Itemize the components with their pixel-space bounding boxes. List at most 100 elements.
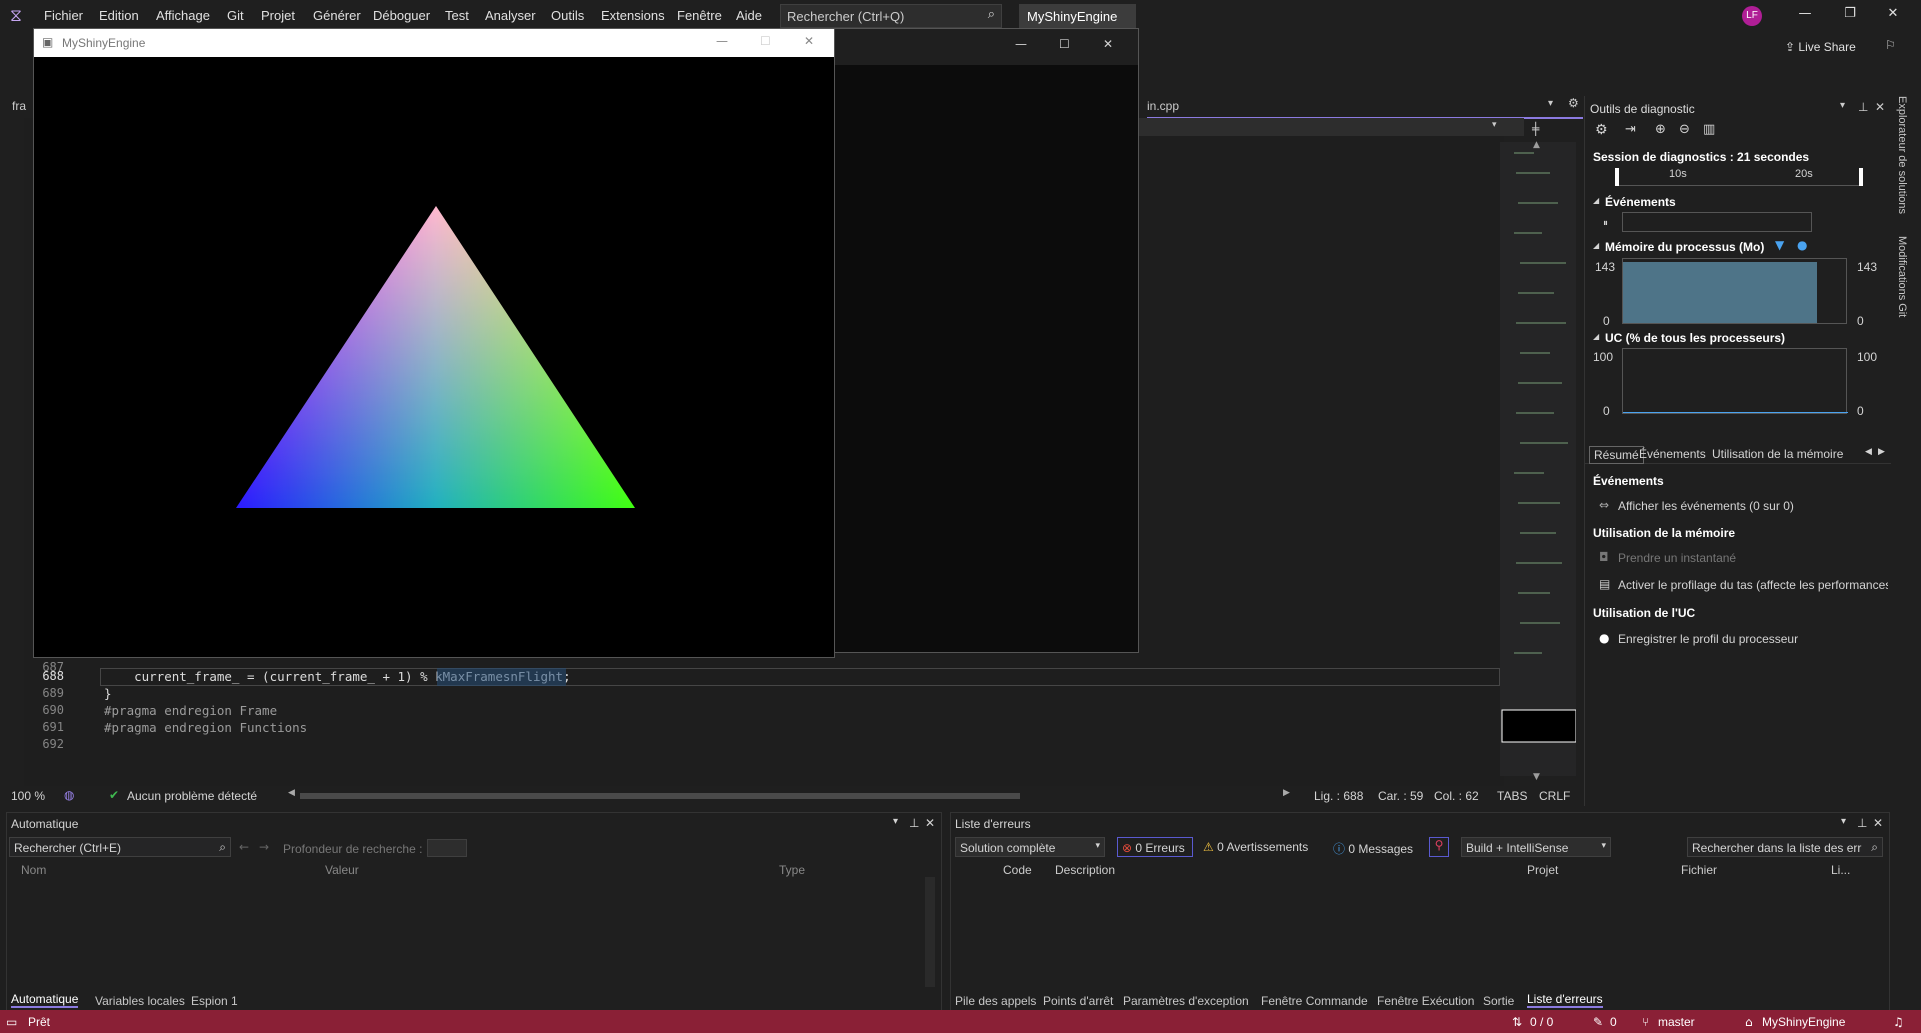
error-search-input[interactable]: Rechercher dans la liste des err ⌕ bbox=[1687, 837, 1883, 857]
tab-immediate-window[interactable]: Fenêtre Exécution bbox=[1377, 994, 1474, 1008]
collapse-memory-icon[interactable]: ◢ bbox=[1593, 241, 1599, 250]
side-tab-solution-explorer[interactable]: Explorateur de solutions bbox=[1896, 96, 1908, 214]
engine-maximize-icon[interactable]: ☐ bbox=[760, 34, 771, 48]
menu-projet[interactable]: Projet bbox=[261, 8, 295, 23]
char-indicator[interactable]: Car. : 59 bbox=[1378, 789, 1423, 803]
timeline-start-handle[interactable] bbox=[1615, 168, 1619, 186]
zoom-level[interactable]: 100 % bbox=[11, 789, 45, 803]
tab-variables-locales[interactable]: Variables locales bbox=[95, 994, 185, 1008]
tab-settings-gear-icon[interactable]: ⚙ bbox=[1568, 96, 1579, 110]
issues-status[interactable]: Aucun problème détecté bbox=[127, 789, 257, 803]
status-branch[interactable]: master bbox=[1658, 1015, 1695, 1029]
tab-call-stack[interactable]: Pile des appels bbox=[955, 994, 1036, 1008]
console-title-bar[interactable]: — ☐ ✕ bbox=[835, 29, 1138, 65]
menu-analyser[interactable]: Analyser bbox=[485, 8, 536, 23]
col-code[interactable]: Code bbox=[1003, 863, 1032, 877]
menu-aide[interactable]: Aide bbox=[736, 8, 762, 23]
engine-title-bar[interactable]: ▣ MyShinyEngine — ☐ ✕ bbox=[34, 29, 834, 57]
build-filter-icon[interactable]: ⚲ bbox=[1429, 837, 1449, 857]
console-window[interactable]: — ☐ ✕ bbox=[834, 28, 1139, 653]
memory-graph[interactable] bbox=[1622, 258, 1847, 324]
horizontal-scrollbar[interactable] bbox=[300, 793, 1020, 799]
code-minimap[interactable] bbox=[1500, 142, 1577, 776]
sync-arrows-icon[interactable]: ⇅ bbox=[1512, 1015, 1522, 1029]
status-updown[interactable]: 0 / 0 bbox=[1530, 1015, 1553, 1029]
panel-dropdown-icon[interactable]: ▾ bbox=[1840, 100, 1845, 111]
tab-output[interactable]: Sortie bbox=[1483, 994, 1514, 1008]
timeline-end-handle[interactable] bbox=[1859, 168, 1863, 186]
errors-filter-button[interactable]: ⊗ 0 Erreurs bbox=[1117, 837, 1193, 857]
tabs-left-icon[interactable]: ◀ bbox=[1865, 447, 1872, 457]
col-file[interactable]: Fichier bbox=[1681, 863, 1717, 877]
build-select[interactable]: Build + IntelliSense ▾ bbox=[1461, 837, 1611, 857]
console-minimize-icon[interactable]: — bbox=[1015, 37, 1027, 51]
menu-generer[interactable]: Générer bbox=[313, 8, 361, 23]
back-arrow-icon[interactable]: ← bbox=[239, 840, 249, 854]
messages-filter-button[interactable]: ⓘ 0 Messages bbox=[1333, 840, 1413, 857]
restore-icon[interactable]: ❐ bbox=[1835, 6, 1865, 21]
visual-studio-logo-icon[interactable]: ⧖ bbox=[10, 6, 32, 26]
tab-exception-settings[interactable]: Paramètres d'exception bbox=[1123, 994, 1249, 1008]
autos-search-input[interactable]: Rechercher (Ctrl+E) ⌕ bbox=[9, 837, 231, 857]
autos-search-icon[interactable]: ⌕ bbox=[219, 840, 226, 855]
minimize-icon[interactable]: — bbox=[1790, 6, 1820, 21]
console-maximize-icon[interactable]: ☐ bbox=[1059, 37, 1070, 51]
tab-memoire[interactable]: Utilisation de la mémoire bbox=[1712, 447, 1843, 461]
autos-scrollbar[interactable] bbox=[925, 877, 935, 987]
menu-edition[interactable]: Edition bbox=[99, 8, 139, 23]
eol-indicator[interactable]: CRLF bbox=[1539, 789, 1570, 803]
side-tab-git-changes[interactable]: Modifications Git bbox=[1896, 236, 1908, 317]
menu-affichage[interactable]: Affichage bbox=[156, 8, 210, 23]
scroll-down-icon[interactable]: ▼ bbox=[1533, 772, 1540, 782]
notifications-bell-icon[interactable]: ♫ bbox=[1893, 1015, 1904, 1029]
heap-profiling-link[interactable]: Activer le profilage du tas (affecte les… bbox=[1618, 578, 1888, 592]
menu-test[interactable]: Test bbox=[445, 8, 469, 23]
live-share-button[interactable]: ⇪ Live Share bbox=[1785, 40, 1856, 54]
intellicode-icon[interactable]: ◍ bbox=[64, 788, 74, 802]
col-name[interactable]: Nom bbox=[21, 863, 46, 877]
engine-minimize-icon[interactable]: — bbox=[716, 34, 728, 48]
show-events-link[interactable]: Afficher les événements (0 sur 0) bbox=[1618, 499, 1794, 513]
menu-outils[interactable]: Outils bbox=[551, 8, 584, 23]
export-icon[interactable]: ⇥ bbox=[1625, 122, 1636, 137]
avatar[interactable]: LF bbox=[1742, 6, 1762, 26]
warnings-filter-button[interactable]: ⚠ 0 Avertissements bbox=[1203, 840, 1308, 854]
menu-git[interactable]: Git bbox=[227, 8, 244, 23]
col-line[interactable]: Li... bbox=[1831, 863, 1850, 877]
search-depth-select[interactable] bbox=[427, 839, 467, 857]
tab-dropdown-icon[interactable]: ▾ bbox=[1548, 98, 1553, 109]
autos-close-icon[interactable]: ✕ bbox=[925, 816, 935, 830]
line-indicator[interactable]: Lig. : 688 bbox=[1314, 789, 1363, 803]
collapse-events-icon[interactable]: ◢ bbox=[1593, 196, 1599, 205]
status-pending-changes[interactable]: 0 bbox=[1610, 1015, 1617, 1029]
engine-window[interactable]: ▣ MyShinyEngine — ☐ ✕ bbox=[33, 28, 835, 658]
branch-icon[interactable]: ⑂ bbox=[1642, 1015, 1649, 1029]
tab-evenements[interactable]: Événements bbox=[1639, 447, 1706, 461]
take-snapshot-link[interactable]: Prendre un instantané bbox=[1618, 551, 1736, 565]
output-window-icon[interactable]: ▭ bbox=[6, 1015, 17, 1029]
tab-command-window[interactable]: Fenêtre Commande bbox=[1261, 994, 1368, 1008]
record-cpu-profile-link[interactable]: Enregistrer le profil du processeur bbox=[1618, 632, 1798, 646]
col-value[interactable]: Valeur bbox=[325, 863, 359, 877]
close-icon[interactable]: ✕ bbox=[1878, 6, 1908, 21]
tab-error-list[interactable]: Liste d'erreurs bbox=[1527, 992, 1603, 1008]
col-description[interactable]: Description bbox=[1055, 863, 1115, 877]
pin-icon[interactable]: ⊥ bbox=[1858, 100, 1868, 114]
scroll-right-icon[interactable]: ▶ bbox=[1283, 788, 1290, 798]
col-type[interactable]: Type bbox=[779, 863, 805, 877]
tabs-indicator[interactable]: TABS bbox=[1497, 789, 1527, 803]
navigation-bar[interactable] bbox=[1134, 118, 1524, 136]
collapse-cpu-icon[interactable]: ◢ bbox=[1593, 332, 1599, 341]
timeline-ruler[interactable]: 10s 20s bbox=[1615, 168, 1863, 186]
forward-arrow-icon[interactable]: → bbox=[259, 840, 269, 854]
render-viewport[interactable] bbox=[34, 57, 834, 657]
engine-close-icon[interactable]: ✕ bbox=[804, 34, 814, 48]
menu-extensions[interactable]: Extensions bbox=[601, 8, 665, 23]
errors-dropdown-icon[interactable]: ▾ bbox=[1841, 816, 1846, 827]
zoom-in-icon[interactable]: ⊕ bbox=[1655, 122, 1666, 137]
menu-fenetre[interactable]: Fenêtre bbox=[677, 8, 722, 23]
autos-dropdown-icon[interactable]: ▾ bbox=[893, 816, 898, 827]
tab-resume[interactable]: Résumé bbox=[1589, 446, 1644, 464]
errors-pin-icon[interactable]: ⊥ bbox=[1857, 816, 1867, 830]
tab-breakpoints[interactable]: Points d'arrêt bbox=[1043, 994, 1113, 1008]
